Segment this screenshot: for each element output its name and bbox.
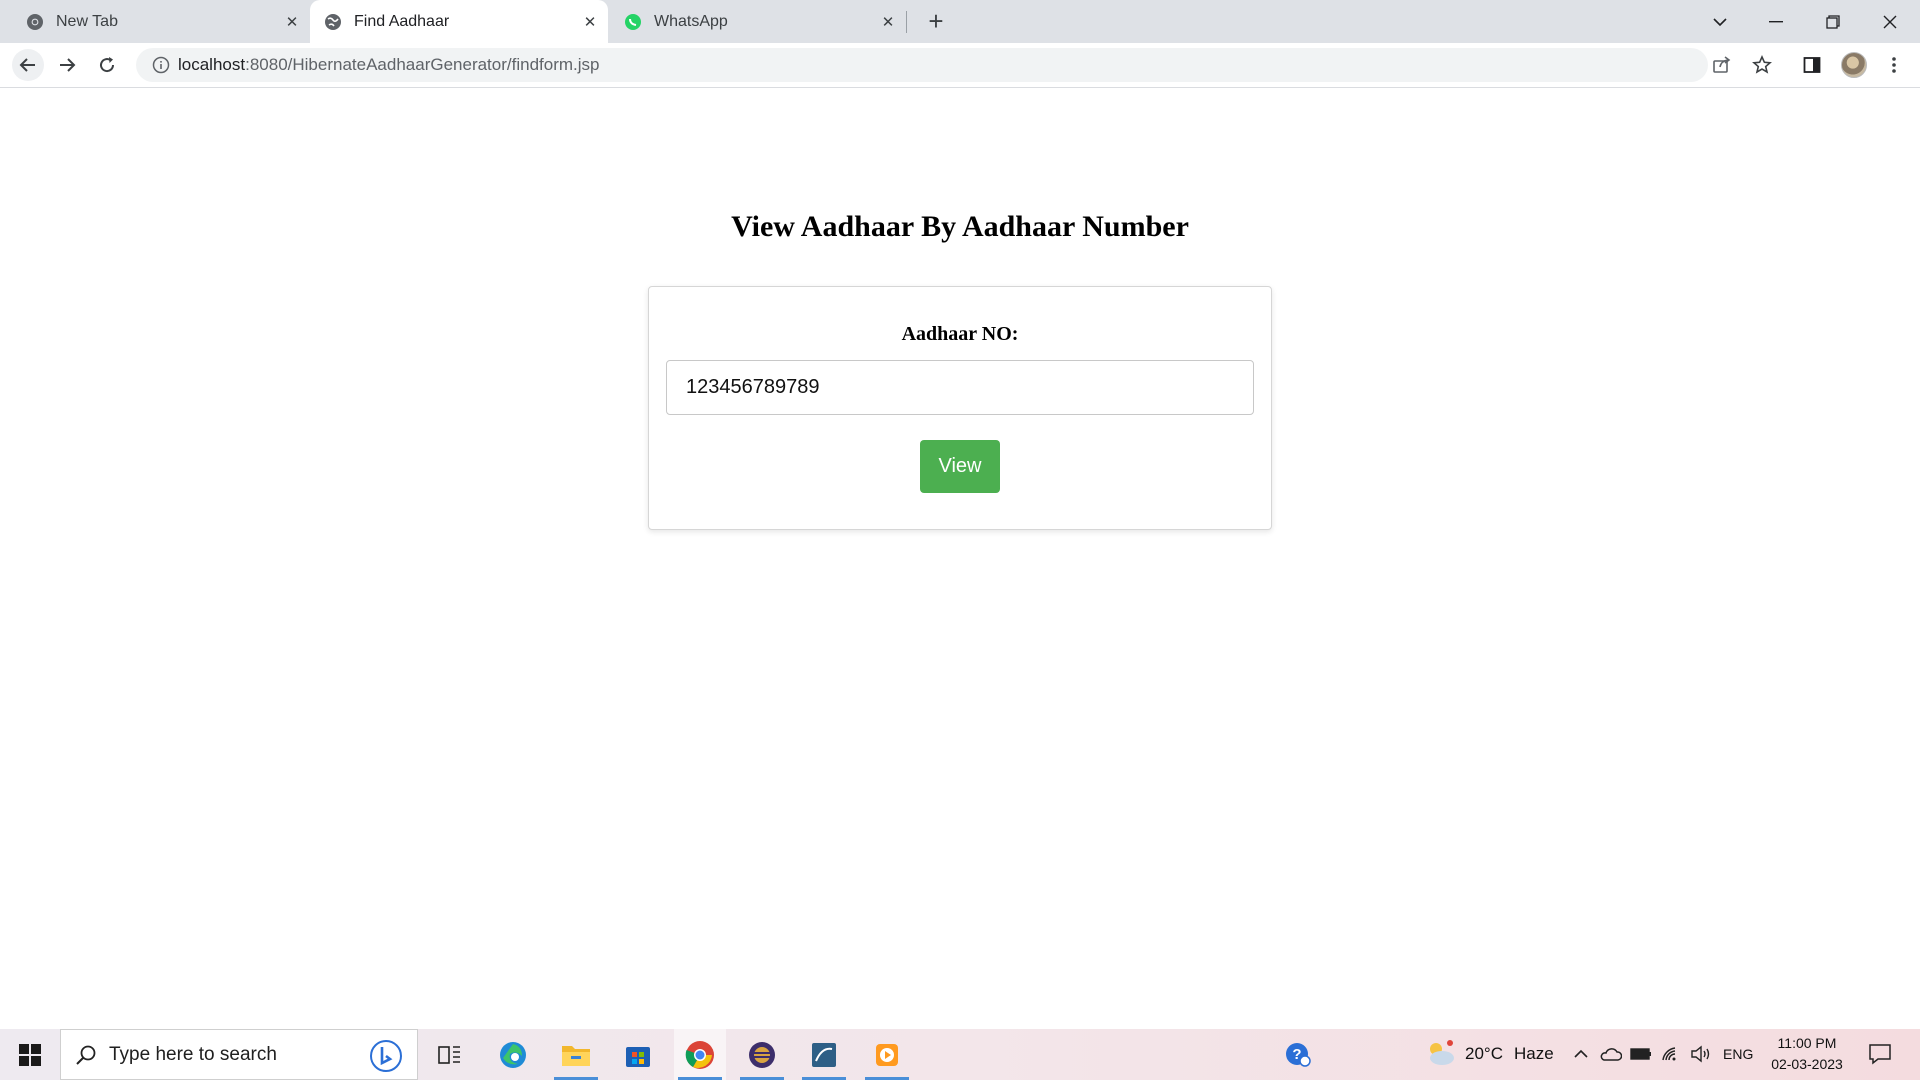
menu-button[interactable]	[1878, 49, 1910, 81]
close-icon	[1883, 15, 1897, 28]
close-icon[interactable]: ✕	[282, 12, 302, 32]
close-icon[interactable]: ✕	[580, 12, 600, 32]
side-panel-icon	[1803, 57, 1821, 73]
onedrive-icon[interactable]	[1600, 1043, 1622, 1065]
chrome-icon	[26, 13, 44, 31]
star-icon	[1752, 55, 1772, 74]
tab-find-aadhaar[interactable]: Find Aadhaar ✕	[310, 0, 608, 43]
minimize-button[interactable]	[1748, 0, 1804, 43]
reload-icon	[100, 57, 115, 73]
restore-button[interactable]	[1805, 0, 1861, 43]
tab-search-button[interactable]	[1692, 0, 1748, 43]
store-app[interactable]	[612, 1029, 664, 1080]
url-host: localhost	[178, 55, 246, 74]
windows-icon	[19, 1043, 41, 1066]
tab-new-tab[interactable]: New Tab ✕	[12, 0, 310, 43]
new-tab-button[interactable]: +	[922, 6, 950, 36]
avatar	[1841, 52, 1867, 78]
url-path: :8080/HibernateAadhaarGenerator/findform…	[245, 55, 600, 74]
weather-icon[interactable]	[1424, 1039, 1456, 1069]
help-icon[interactable]: ?	[1285, 1041, 1311, 1067]
forward-button[interactable]	[51, 49, 83, 81]
tab-strip: New Tab ✕ Find Aadhaar ✕ WhatsApp ✕ +	[0, 0, 1920, 43]
wifi-icon[interactable]	[1660, 1043, 1682, 1065]
side-panel-button[interactable]	[1796, 49, 1828, 81]
more-vertical-icon	[1892, 57, 1896, 73]
taskbar-search-box[interactable]: Type here to search	[60, 1029, 418, 1080]
file-explorer-app[interactable]	[550, 1029, 602, 1080]
clock-date: 02-03-2023	[1771, 1056, 1843, 1072]
bookmark-button[interactable]	[1746, 49, 1778, 81]
windows-taskbar: Type here to search ? 20°C Haze ENG 11:0…	[0, 1029, 1920, 1080]
close-window-button[interactable]	[1862, 0, 1918, 43]
play-icon	[876, 1043, 898, 1066]
task-view-icon	[438, 1045, 460, 1064]
folder-icon	[562, 1045, 590, 1066]
share-icon	[1713, 56, 1731, 73]
taskbar-search-placeholder: Type here to search	[109, 1043, 277, 1065]
media-player-app[interactable]	[861, 1029, 913, 1080]
profile-button[interactable]	[1838, 49, 1870, 81]
restore-icon	[1826, 14, 1840, 29]
eclipse-icon	[749, 1041, 775, 1068]
browser-toolbar: localhost:8080/HibernateAadhaarGenerator…	[0, 43, 1920, 88]
edge-icon	[500, 1041, 526, 1068]
weather-description[interactable]: Haze	[1514, 1044, 1554, 1064]
mysql-workbench-app[interactable]	[798, 1029, 850, 1080]
tab-title: Find Aadhaar	[354, 12, 450, 30]
eclipse-app[interactable]	[736, 1029, 788, 1080]
back-button[interactable]	[12, 49, 44, 81]
chevron-up-icon[interactable]	[1570, 1043, 1592, 1065]
battery-icon[interactable]	[1630, 1043, 1652, 1065]
bing-icon[interactable]	[369, 1039, 403, 1078]
address-bar[interactable]: localhost:8080/HibernateAadhaarGenerator…	[136, 48, 1708, 82]
reload-button[interactable]	[91, 49, 123, 81]
volume-icon[interactable]	[1690, 1043, 1712, 1065]
clock[interactable]: 11:00 PM 02-03-2023	[1762, 1033, 1852, 1075]
task-view-button[interactable]	[424, 1029, 476, 1080]
aadhaar-number-label: Aadhaar NO:	[901, 323, 1019, 345]
chrome-app[interactable]	[674, 1029, 726, 1080]
language-indicator[interactable]: ENG	[1723, 1046, 1753, 1062]
chevron-down-icon	[1713, 17, 1727, 26]
arrow-left-icon	[19, 58, 35, 72]
chrome-icon	[685, 1040, 714, 1069]
page-title: View Aadhaar By Aadhaar Number	[731, 210, 1189, 243]
globe-icon	[324, 13, 342, 31]
url-text: localhost:8080/HibernateAadhaarGenerator…	[178, 55, 600, 75]
close-icon[interactable]: ✕	[878, 12, 898, 32]
weather-temperature[interactable]: 20°C	[1465, 1044, 1503, 1064]
share-button[interactable]	[1706, 49, 1738, 81]
tab-whatsapp[interactable]: WhatsApp ✕	[608, 0, 906, 43]
minimize-icon	[1769, 20, 1783, 22]
store-icon	[626, 1046, 650, 1067]
tab-separator	[906, 11, 907, 33]
clock-time: 11:00 PM	[1777, 1035, 1837, 1051]
edge-app[interactable]	[487, 1029, 539, 1080]
view-button[interactable]: View	[920, 440, 1000, 493]
database-icon	[812, 1042, 836, 1067]
info-icon[interactable]	[144, 56, 178, 74]
aadhaar-number-input[interactable]	[666, 360, 1254, 415]
search-icon	[76, 1045, 96, 1065]
tab-title: WhatsApp	[654, 12, 728, 30]
tab-title: New Tab	[56, 12, 118, 30]
arrow-right-icon	[60, 58, 76, 72]
find-form-card: Aadhaar NO: View	[648, 286, 1272, 530]
whatsapp-icon	[624, 13, 642, 31]
notification-icon[interactable]	[1868, 1042, 1892, 1066]
start-button[interactable]	[0, 1029, 60, 1080]
